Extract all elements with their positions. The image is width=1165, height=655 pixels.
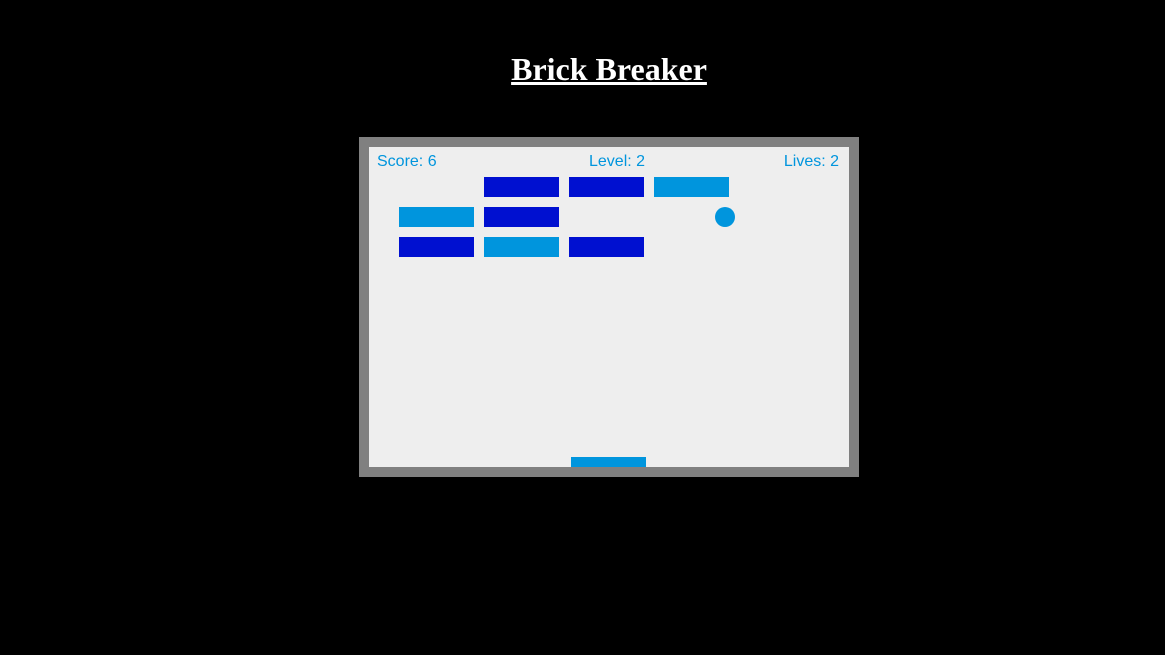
brick	[484, 237, 559, 257]
brick	[569, 237, 644, 257]
lives-display: Lives: 2	[783, 153, 839, 170]
brick	[484, 207, 559, 227]
brick	[484, 177, 559, 197]
ball	[715, 207, 735, 227]
brick	[654, 177, 729, 197]
game-canvas[interactable]: Score: 6 Level: 2 Lives: 2	[359, 137, 859, 477]
brick	[569, 177, 644, 197]
level-display: Level: 2	[589, 153, 646, 170]
brick	[399, 207, 474, 227]
page-title: Brick Breaker	[511, 51, 707, 87]
brick	[399, 237, 474, 257]
score-display: Score: 6	[377, 153, 437, 170]
paddle[interactable]	[571, 457, 646, 467]
